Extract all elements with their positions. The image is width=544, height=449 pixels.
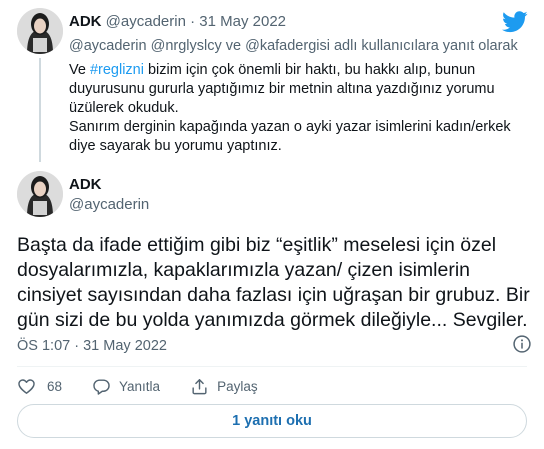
avatar[interactable] xyxy=(17,171,63,217)
thread-line xyxy=(39,58,41,162)
action-bar: 68 Yanıtla Paylaş xyxy=(17,376,288,396)
share-button[interactable]: Paylaş xyxy=(190,377,258,396)
text-segment: Ve xyxy=(69,62,90,78)
tweet-timestamp[interactable]: ÖS 1:07 · 31 May 2022 xyxy=(17,337,167,356)
heart-icon xyxy=(18,378,35,394)
twitter-bird-icon[interactable] xyxy=(502,11,528,33)
divider xyxy=(17,366,527,367)
author-handle[interactable]: @aycaderin xyxy=(69,195,149,215)
author-name[interactable]: ADK xyxy=(69,175,149,195)
reply-label: Yanıtla xyxy=(119,378,161,394)
tweet-text-line: cinsiyet sayısından daha fazlası için uğ… xyxy=(17,284,530,306)
read-replies-button[interactable]: 1 yanıtı oku xyxy=(17,404,527,438)
tweet-header: ADK @aycaderin · 31 May 2022 xyxy=(69,12,286,32)
tweet-date[interactable]: 31 May 2022 xyxy=(199,13,286,30)
tweet-time: ÖS 1:07 xyxy=(17,338,71,354)
author-handle[interactable]: @aycaderin xyxy=(106,13,186,30)
tweet-text: Başta da ifade ettiğim gibi biz “eşitlik… xyxy=(17,233,537,333)
like-button[interactable]: 68 xyxy=(17,377,62,396)
share-upload-icon xyxy=(192,378,207,394)
tweet-text-line: Ve #reglizni bizim için çok önemli bir h… xyxy=(69,61,529,80)
tweet-text-line: dosyalarımızla, kapaklarımızla yazan/ çi… xyxy=(17,259,470,281)
info-icon[interactable] xyxy=(512,334,532,354)
tweet-text-line: Başta da ifade ettiğim gibi biz “eşitlik… xyxy=(17,234,497,256)
author-name[interactable]: ADK xyxy=(69,13,102,30)
reply-bubble-icon xyxy=(93,378,110,395)
tweet-text-line: gün sizi de bu yolda yanımızda görmek di… xyxy=(17,309,528,331)
reply-button[interactable]: Yanıtla xyxy=(92,377,160,396)
tweet-text-line: üzülerek okuduk. xyxy=(69,100,179,116)
author-block: ADK @aycaderin xyxy=(69,175,149,215)
tweet-text-line: diye sayarak bu yorumu yaptınız. xyxy=(69,138,282,154)
share-label: Paylaş xyxy=(217,378,258,394)
reply-context[interactable]: @aycaderin @nrglyslcy ve @kafadergisi ad… xyxy=(69,37,518,56)
separator-dot: · xyxy=(74,338,80,354)
avatar[interactable] xyxy=(17,8,63,54)
tweet-text-line: Sanırım derginin kapağında yazan o ayki … xyxy=(69,119,511,135)
text-segment: bizim için çok önemli bir haktı, bu hakk… xyxy=(143,62,476,78)
separator-dot: · xyxy=(190,13,196,30)
tweet-text-line: duyurusunu gururla yaptığımız bir metnin… xyxy=(69,81,495,97)
tweet-text: Ve #reglizni bizim için çok önemli bir h… xyxy=(69,61,529,156)
hashtag-link[interactable]: #reglizni xyxy=(90,62,144,78)
tweet-date: 31 May 2022 xyxy=(83,338,167,354)
like-count: 68 xyxy=(47,378,63,394)
